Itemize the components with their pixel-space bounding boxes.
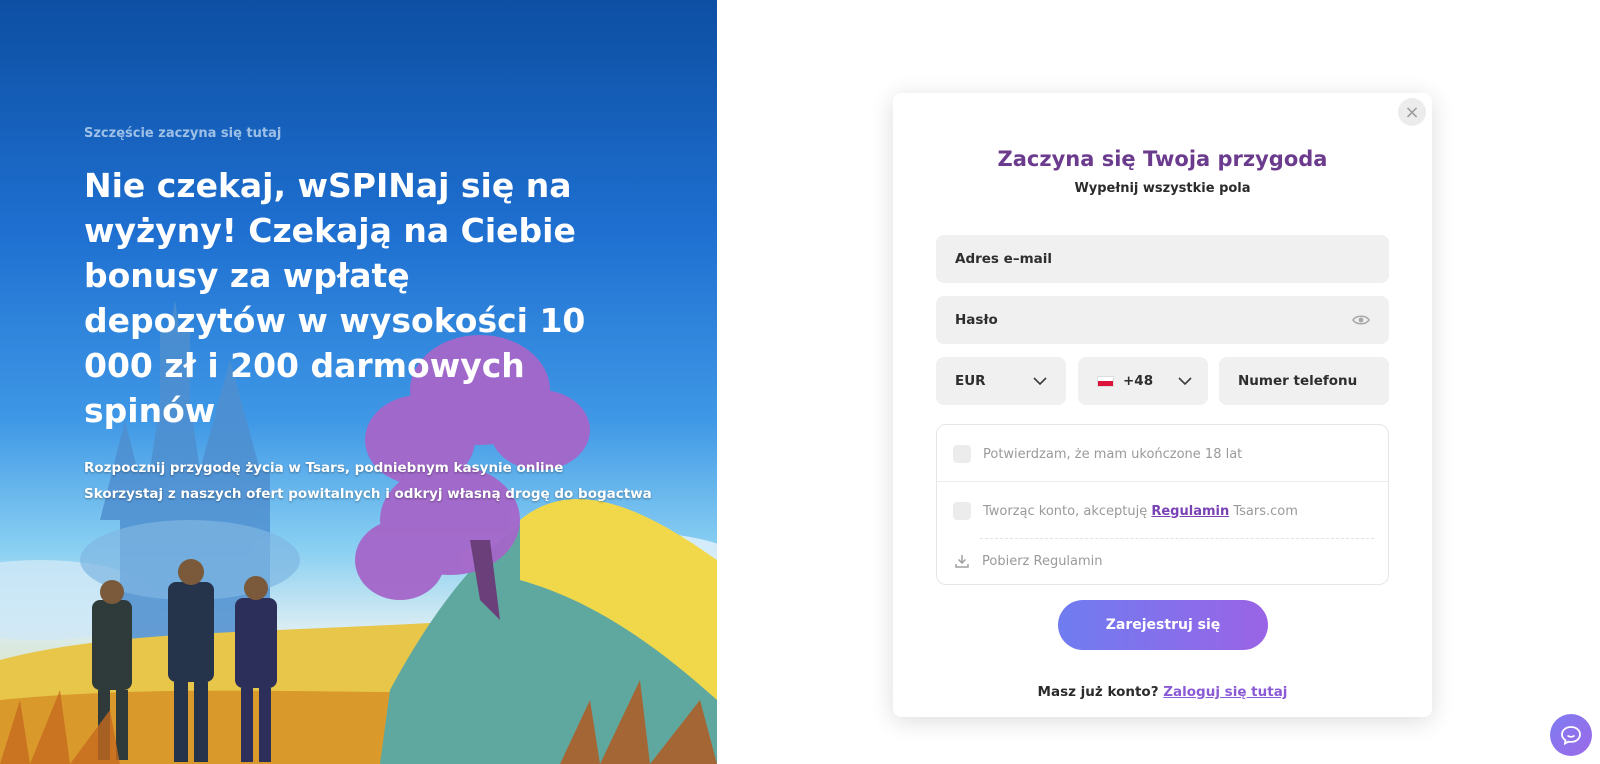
poland-flag-icon [1097, 375, 1114, 387]
login-prompt: Masz już konto? Zaloguj się tutaj [893, 684, 1432, 700]
agreements-box: Potwierdzam, że mam ukończone 18 lat Two… [936, 424, 1389, 585]
modal-subtitle: Wypełnij wszystkie pola [1074, 181, 1251, 196]
download-terms-row[interactable]: Pobierz Regulamin [953, 553, 1103, 569]
hero-description-line: Rozpocznij przygodę życia w Tsars, podni… [84, 460, 564, 476]
chat-icon [1561, 726, 1581, 745]
close-button[interactable]: × [1398, 98, 1426, 126]
age-confirm-checkbox[interactable] [953, 445, 971, 463]
chat-button[interactable] [1550, 714, 1592, 756]
email-placeholder: Adres e–mail [955, 251, 1052, 267]
divider [937, 481, 1388, 482]
terms-label: Tworząc konto, akceptuję Regulamin Tsars… [983, 504, 1298, 519]
eye-icon[interactable] [1352, 314, 1370, 326]
modal-title: Zaczyna się Twoja przygoda [997, 147, 1328, 171]
terms-checkbox[interactable] [953, 502, 971, 520]
close-icon: × [1404, 101, 1420, 123]
hero-text: Szczęście zaczyna się tutaj Nie czekaj, … [84, 126, 652, 507]
password-placeholder: Hasło [955, 312, 998, 328]
hero-panel: Szczęście zaczyna się tutaj Nie czekaj, … [0, 0, 717, 764]
currency-select[interactable]: EUR [936, 357, 1066, 405]
email-field[interactable]: Adres e–mail [936, 235, 1389, 283]
phone-placeholder: Numer telefonu [1238, 373, 1358, 389]
chevron-down-icon [1033, 376, 1047, 385]
phone-number-field[interactable]: Numer telefonu [1219, 357, 1389, 405]
have-account-text: Masz już konto? [1037, 684, 1159, 700]
dashed-divider [980, 538, 1374, 539]
download-icon [955, 555, 969, 568]
hero-description-line: Skorzystaj z naszych ofert powitalnych i… [84, 486, 652, 502]
age-confirm-row: Potwierdzam, że mam ukończone 18 lat [953, 445, 1242, 463]
register-button[interactable]: Zarejestruj się [1058, 600, 1268, 650]
hero-description: Rozpocznij przygodę życia w Tsars, podni… [84, 455, 652, 507]
registration-page: Szczęście zaczyna się tutaj Nie czekaj, … [0, 0, 1600, 764]
terms-link[interactable]: Regulamin [1151, 504, 1229, 519]
terms-suffix: Tsars.com [1233, 503, 1298, 519]
chevron-down-icon [1178, 376, 1192, 385]
terms-prefix: Tworząc konto, akceptuję [983, 503, 1148, 519]
hero-kicker: Szczęście zaczyna się tutaj [84, 126, 282, 141]
registration-modal: × Zaczyna się Twoja przygoda Wypełnij ws… [893, 93, 1432, 717]
password-field[interactable]: Hasło [936, 296, 1389, 344]
phone-prefix-label: +48 [1123, 373, 1154, 389]
currency-value: EUR [955, 373, 986, 389]
phone-prefix-value: +48 [1097, 373, 1153, 389]
download-terms-label: Pobierz Regulamin [982, 553, 1103, 569]
phone-prefix-select[interactable]: +48 [1078, 357, 1208, 405]
login-link[interactable]: Zaloguj się tutaj [1163, 684, 1287, 700]
hero-title: Nie czekaj, wSPINaj się na wyżyny! Czeka… [84, 166, 586, 430]
terms-row: Tworząc konto, akceptuję Regulamin Tsars… [953, 502, 1298, 520]
age-confirm-label: Potwierdzam, że mam ukończone 18 lat [983, 446, 1243, 462]
